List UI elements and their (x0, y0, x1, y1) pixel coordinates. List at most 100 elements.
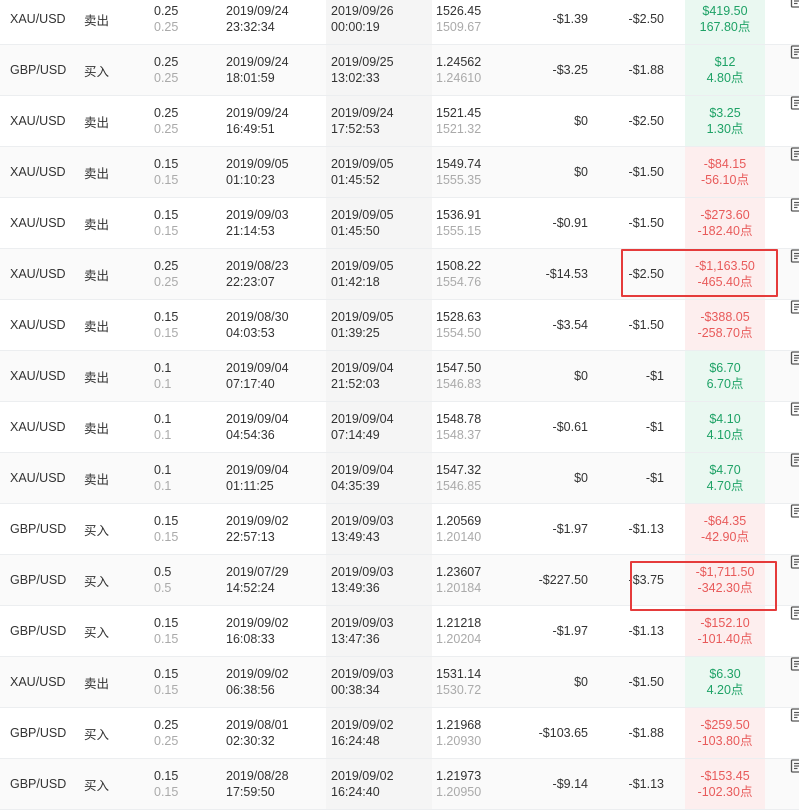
detail-document-icon[interactable] (790, 96, 799, 146)
trade-side-cell: 卖出 (84, 402, 109, 452)
open-date: 2019/08/01 (226, 717, 326, 733)
close-time-cell: 2019/09/02 16:24:40 (326, 759, 432, 809)
close-price: 1.20204 (436, 631, 481, 647)
detail-document-icon[interactable] (790, 351, 799, 401)
profit-cell: $4.70 4.70点 (685, 453, 765, 503)
swap-cell: -$227.50 (520, 555, 588, 605)
open-price: 1531.14 (436, 666, 481, 682)
open-time-cell: 2019/09/04 04:54:36 (226, 402, 326, 452)
profit-cell: -$64.35 -42.90点 (685, 504, 765, 554)
table-row[interactable]: GBP/USD 买入 0.15 0.15 2019/09/02 22:57:13… (0, 504, 799, 555)
commission-cell: -$1.50 (600, 198, 664, 248)
volume-cell: 0.15 0.15 (154, 300, 178, 350)
volume-closed-value: 0.1 (154, 478, 171, 494)
table-row[interactable]: GBP/USD 买入 0.5 0.5 2019/07/29 14:52:24 2… (0, 555, 799, 606)
close-price: 1555.15 (436, 223, 481, 239)
document-icon (790, 555, 799, 569)
profit-amount: -$152.10 (700, 615, 749, 631)
detail-document-icon[interactable] (790, 402, 799, 452)
detail-document-icon[interactable] (790, 249, 799, 299)
profit-cell: -$84.15 -56.10点 (685, 147, 765, 197)
close-time: 13:49:36 (331, 580, 432, 596)
detail-document-icon[interactable] (790, 45, 799, 95)
table-row[interactable]: GBP/USD 买入 0.15 0.15 2019/08/28 17:59:50… (0, 759, 799, 810)
open-time-cell: 2019/09/04 01:11:25 (226, 453, 326, 503)
open-price: 1526.45 (436, 3, 481, 19)
price-cell: 1536.91 1555.15 (436, 198, 481, 248)
document-icon (790, 453, 799, 467)
volume-closed-value: 0.1 (154, 427, 171, 443)
table-row[interactable]: XAU/USD 卖出 0.25 0.25 2019/09/24 16:49:51… (0, 96, 799, 147)
open-time: 21:14:53 (226, 223, 326, 239)
volume-value: 0.25 (154, 258, 178, 274)
detail-document-icon[interactable] (790, 606, 799, 656)
volume-value: 0.15 (154, 156, 178, 172)
volume-value: 0.5 (154, 564, 171, 580)
table-row[interactable]: XAU/USD 卖出 0.15 0.15 2019/09/02 06:38:56… (0, 657, 799, 708)
close-time-cell: 2019/09/04 21:52:03 (326, 351, 432, 401)
close-time-cell: 2019/09/02 16:24:48 (326, 708, 432, 758)
profit-cell: -$152.10 -101.40点 (685, 606, 765, 656)
trade-history-table: XAU/USD 卖出 0.25 0.25 2019/09/24 23:32:34… (0, 0, 799, 810)
volume-closed-value: 0.25 (154, 733, 178, 749)
profit-points: 6.70点 (707, 376, 744, 392)
detail-document-icon[interactable] (790, 453, 799, 503)
trade-side-cell: 买入 (84, 759, 109, 809)
volume-cell: 0.15 0.15 (154, 198, 178, 248)
close-date: 2019/09/05 (331, 258, 432, 274)
detail-document-icon[interactable] (790, 504, 799, 554)
detail-document-icon[interactable] (790, 759, 799, 809)
open-price: 1.21973 (436, 768, 481, 784)
open-time-cell: 2019/07/29 14:52:24 (226, 555, 326, 605)
open-price: 1536.91 (436, 207, 481, 223)
open-date: 2019/09/24 (226, 3, 326, 19)
close-date: 2019/09/05 (331, 156, 432, 172)
profit-cell: -$273.60 -182.40点 (685, 198, 765, 248)
trade-side-cell: 卖出 (84, 351, 109, 401)
document-icon (790, 759, 799, 773)
table-row[interactable]: GBP/USD 买入 0.25 0.25 2019/08/01 02:30:32… (0, 708, 799, 759)
price-cell: 1531.14 1530.72 (436, 657, 481, 707)
open-date: 2019/09/04 (226, 360, 326, 376)
open-date: 2019/09/02 (226, 666, 326, 682)
detail-document-icon[interactable] (790, 147, 799, 197)
table-row[interactable]: XAU/USD 卖出 0.15 0.15 2019/09/05 01:10:23… (0, 147, 799, 198)
table-row[interactable]: XAU/USD 卖出 0.25 0.25 2019/09/24 23:32:34… (0, 0, 799, 45)
open-date: 2019/09/04 (226, 462, 326, 478)
table-row[interactable]: GBP/USD 买入 0.25 0.25 2019/09/24 18:01:59… (0, 45, 799, 96)
detail-document-icon[interactable] (790, 708, 799, 758)
symbol-cell: GBP/USD (10, 504, 66, 554)
commission-cell: -$2.50 (600, 249, 664, 299)
profit-cell: -$153.45 -102.30点 (685, 759, 765, 809)
detail-document-icon[interactable] (790, 657, 799, 707)
volume-value: 0.15 (154, 768, 178, 784)
profit-points: 4.70点 (707, 478, 744, 494)
table-row[interactable]: GBP/USD 买入 0.15 0.15 2019/09/02 16:08:33… (0, 606, 799, 657)
detail-document-icon[interactable] (790, 300, 799, 350)
table-row[interactable]: XAU/USD 卖出 0.15 0.15 2019/09/03 21:14:53… (0, 198, 799, 249)
swap-cell: -$103.65 (520, 708, 588, 758)
close-time-cell: 2019/09/04 07:14:49 (326, 402, 432, 452)
open-date: 2019/09/24 (226, 105, 326, 121)
commission-cell: -$1.13 (600, 504, 664, 554)
table-row[interactable]: XAU/USD 卖出 0.1 0.1 2019/09/04 01:11:25 2… (0, 453, 799, 504)
document-icon (790, 708, 799, 722)
detail-document-icon[interactable] (790, 0, 799, 44)
volume-cell: 0.1 0.1 (154, 402, 171, 452)
close-time: 07:14:49 (331, 427, 432, 443)
close-date: 2019/09/03 (331, 666, 432, 682)
close-time: 17:52:53 (331, 121, 432, 137)
detail-document-icon[interactable] (790, 555, 799, 605)
table-row[interactable]: XAU/USD 卖出 0.1 0.1 2019/09/04 04:54:36 2… (0, 402, 799, 453)
detail-document-icon[interactable] (790, 198, 799, 248)
volume-cell: 0.1 0.1 (154, 453, 171, 503)
table-row[interactable]: XAU/USD 卖出 0.15 0.15 2019/08/30 04:03:53… (0, 300, 799, 351)
close-date: 2019/09/03 (331, 564, 432, 580)
symbol-cell: GBP/USD (10, 708, 66, 758)
open-time: 16:08:33 (226, 631, 326, 647)
price-cell: 1.21218 1.20204 (436, 606, 481, 656)
volume-cell: 0.25 0.25 (154, 249, 178, 299)
table-row[interactable]: XAU/USD 卖出 0.25 0.25 2019/08/23 22:23:07… (0, 249, 799, 300)
close-time-cell: 2019/09/03 13:49:43 (326, 504, 432, 554)
table-row[interactable]: XAU/USD 卖出 0.1 0.1 2019/09/04 07:17:40 2… (0, 351, 799, 402)
